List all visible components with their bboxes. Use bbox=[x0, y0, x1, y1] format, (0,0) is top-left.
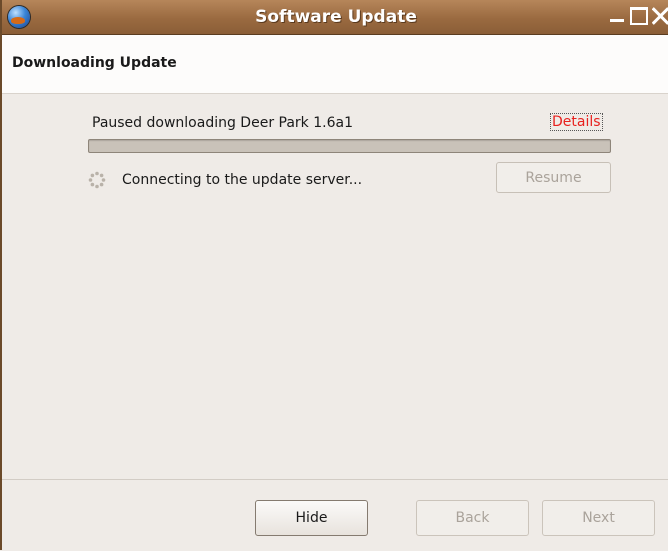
close-icon[interactable] bbox=[652, 7, 668, 25]
title-bar[interactable]: Software Update bbox=[2, 0, 668, 35]
download-panel: Paused downloading Deer Park 1.6a1 Detai… bbox=[2, 94, 668, 478]
window-title: Software Update bbox=[255, 7, 417, 27]
page-title: Downloading Update bbox=[12, 55, 177, 71]
spinner-icon bbox=[88, 171, 106, 189]
back-button[interactable]: Back bbox=[416, 500, 529, 536]
minimize-icon[interactable] bbox=[608, 7, 626, 25]
download-status-text: Paused downloading Deer Park 1.6a1 bbox=[92, 115, 353, 131]
hide-button[interactable]: Hide bbox=[255, 500, 368, 536]
maximize-icon[interactable] bbox=[630, 7, 648, 25]
button-bar: Hide Back Next bbox=[2, 479, 668, 551]
wizard-header: Downloading Update bbox=[2, 35, 668, 94]
next-button[interactable]: Next bbox=[542, 500, 655, 536]
software-update-window: Software Update Downloading Update Pause… bbox=[0, 0, 668, 550]
details-link[interactable]: Details bbox=[550, 113, 603, 131]
download-progress-bar bbox=[88, 139, 611, 153]
resume-button[interactable]: Resume bbox=[496, 162, 611, 193]
connection-status-text: Connecting to the update server... bbox=[122, 172, 363, 188]
